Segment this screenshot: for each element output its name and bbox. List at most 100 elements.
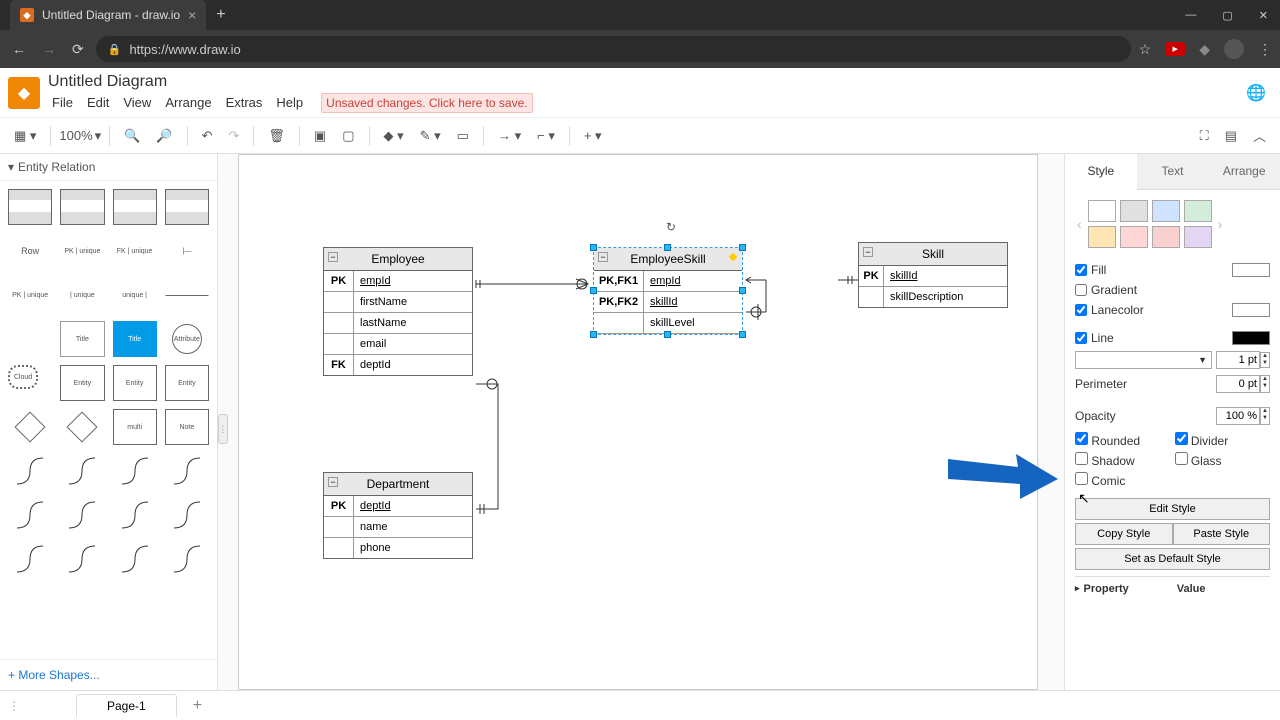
zoom-out-icon[interactable]: 🔎 [150,124,178,148]
fullscreen-icon[interactable]: ⛶ [1194,122,1215,149]
line-color[interactable] [1232,331,1270,345]
perimeter-input[interactable] [1216,375,1260,393]
shape-cloud[interactable]: Cloud [8,365,38,389]
resize-handle[interactable] [739,244,746,251]
shape-row[interactable]: Row [8,233,52,269]
property-list-header[interactable]: ▸ Property Value [1075,576,1270,595]
sidebar-section-header[interactable]: ▾ Entity Relation [0,154,217,181]
shape-rel-1[interactable] [8,453,52,489]
shape-rel-8[interactable] [165,497,209,533]
comic-checkbox[interactable]: Comic [1075,472,1171,488]
entity-employee[interactable]: −Employee PKempId firstName lastName ema… [323,247,473,376]
sidebar-splitter[interactable]: ⋮ [218,414,228,444]
shape-rel-9[interactable] [8,541,52,577]
shadow-checkbox[interactable]: Shadow [1075,452,1171,468]
browser-tab[interactable]: ◆ Untitled Diagram - draw.io × [10,0,206,30]
menu-view[interactable]: View [119,93,155,113]
shape-diamond-1[interactable] [15,411,46,442]
resize-handle[interactable] [590,331,597,338]
shape-row-6[interactable]: | unique [60,277,104,313]
shape-rel-6[interactable] [60,497,104,533]
reload-icon[interactable]: ⟳ [68,37,88,62]
line-checkbox[interactable]: Line [1075,331,1114,345]
default-style-button[interactable]: Set as Default Style [1075,548,1270,570]
swatch[interactable] [1184,200,1212,222]
page-menu-icon[interactable]: ⋮ [8,699,20,713]
shape-multi[interactable]: multi [113,409,157,445]
swatch[interactable] [1088,226,1116,248]
collapse-icon[interactable]: − [328,252,338,262]
shape-row-7[interactable]: unique | [113,277,157,313]
swatch[interactable] [1120,226,1148,248]
extension-icon[interactable]: ◆ [1199,41,1210,58]
page-tab[interactable]: Page-1 [76,694,177,717]
minimize-icon[interactable]: — [1181,9,1200,22]
glass-checkbox[interactable]: Glass [1175,452,1271,468]
view-dropdown[interactable]: ▦ ▾ [8,124,42,148]
collapse-icon[interactable]: − [328,477,338,487]
shape-rel-12[interactable] [165,541,209,577]
insert-icon[interactable]: + ▾ [578,124,608,148]
shape-title-blue[interactable]: Title [113,321,157,357]
redo-icon[interactable]: ↷ [222,124,245,148]
globe-icon[interactable]: 🌐 [1246,83,1272,103]
rounded-checkbox[interactable]: Rounded [1075,432,1171,448]
perimeter-spinner[interactable]: ▲▼ [1260,375,1270,393]
add-page-button[interactable]: + [185,697,210,715]
unsaved-warning[interactable]: Unsaved changes. Click here to save. [321,93,532,113]
shape-table-3[interactable] [113,189,157,225]
resize-handle[interactable] [739,331,746,338]
divider-checkbox[interactable]: Divider [1175,432,1271,448]
shape-diamond-2[interactable] [67,411,98,442]
shape-rel-3[interactable] [113,453,157,489]
swatch[interactable] [1152,226,1180,248]
resize-handle[interactable] [590,244,597,251]
copy-style-button[interactable]: Copy Style [1075,523,1173,545]
entity-department[interactable]: −Department PKdeptId name phone [323,472,473,559]
shape-entity-1[interactable]: Entity [60,365,104,401]
shape-blank[interactable] [8,321,52,357]
maximize-icon[interactable]: ▢ [1218,9,1236,22]
menu-edit[interactable]: Edit [83,93,113,113]
resize-handle[interactable] [664,244,671,251]
lanecolor-color[interactable] [1232,303,1270,317]
back-icon[interactable]: ← [8,37,30,61]
opacity-spinner[interactable]: ▲▼ [1260,407,1270,425]
waypoint-icon[interactable]: ⌐ ▾ [531,124,561,148]
lanecolor-checkbox[interactable]: Lanecolor [1075,303,1144,317]
zoom-control[interactable]: 100% ▾ [59,128,101,144]
format-panel-icon[interactable]: ▤ [1219,122,1243,149]
line-width-spinner[interactable]: ▲▼ [1260,352,1270,368]
close-window-icon[interactable]: ✕ [1255,9,1272,22]
shape-table-4[interactable] [165,189,209,225]
tab-style[interactable]: Style [1065,154,1137,190]
youtube-icon[interactable]: ▶ [1165,42,1185,56]
more-shapes-link[interactable]: + More Shapes... [0,659,218,690]
shape-entity-2[interactable]: Entity [113,365,157,401]
shape-rel-7[interactable] [113,497,157,533]
entity-skill[interactable]: −Skill PKskillId skillDescription [858,242,1008,308]
resize-handle[interactable] [590,287,597,294]
shape-rel-11[interactable] [113,541,157,577]
edit-style-button[interactable]: Edit Style [1075,498,1270,520]
menu-help[interactable]: Help [272,93,307,113]
url-input[interactable]: 🔒 https://www.draw.io [96,36,1131,62]
shadow-icon[interactable]: ▭ [451,124,475,148]
tab-arrange[interactable]: Arrange [1208,154,1280,189]
fill-color-icon[interactable]: ◆ ▾ [378,124,410,148]
tab-text[interactable]: Text [1137,154,1209,189]
to-back-icon[interactable]: ▢ [336,124,360,148]
gradient-checkbox[interactable]: Gradient [1075,283,1137,297]
menu-arrange[interactable]: Arrange [161,93,215,113]
line-color-icon[interactable]: ✎ ▾ [414,124,447,148]
shape-row-pk[interactable]: PK | unique [60,233,104,269]
shape-rel-5[interactable] [8,497,52,533]
shape-rel-2[interactable] [60,453,104,489]
diagram-title[interactable]: Untitled Diagram [48,73,533,91]
shape-circle[interactable]: Attribute [172,324,202,354]
swatch[interactable] [1152,200,1180,222]
profile-avatar[interactable] [1224,39,1244,59]
collapse-icon[interactable]: ︿ [1247,122,1272,149]
menu-dots-icon[interactable]: ⋮ [1258,41,1272,58]
resize-handle[interactable] [739,287,746,294]
